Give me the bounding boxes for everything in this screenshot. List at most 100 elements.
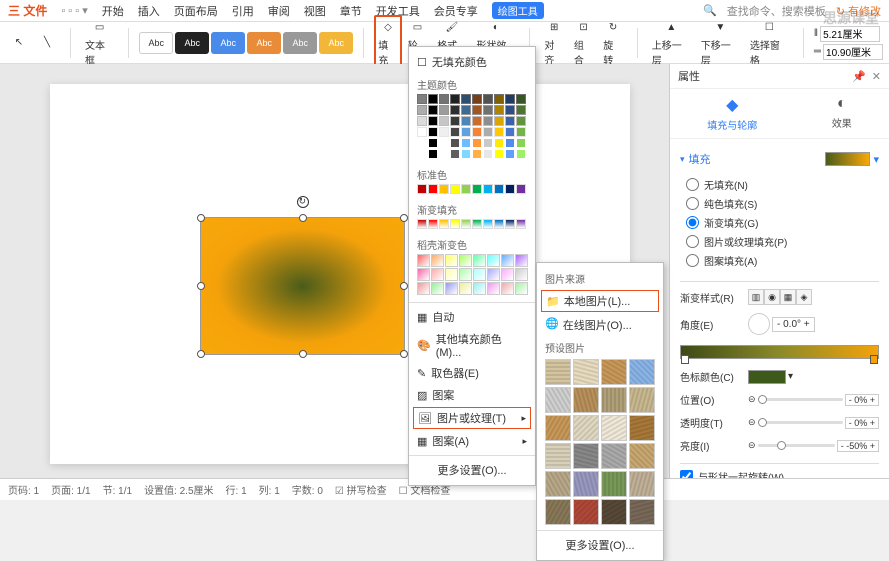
theme-swatch[interactable]	[516, 127, 526, 137]
eyedropper-option[interactable]: ✎取色器(E)	[409, 362, 535, 384]
theme-swatch[interactable]	[428, 149, 438, 159]
menu-section[interactable]: 章节	[340, 3, 362, 19]
std-swatch[interactable]	[428, 184, 438, 194]
menu-review[interactable]: 审阅	[268, 3, 290, 19]
handle-bc[interactable]	[299, 350, 307, 358]
theme-swatch[interactable]	[483, 127, 493, 137]
shape-style-6[interactable]: Abc	[319, 32, 353, 54]
texture-swatch[interactable]	[573, 387, 599, 413]
theme-swatch[interactable]	[505, 138, 515, 148]
texture-swatch[interactable]	[545, 387, 571, 413]
theme-swatch[interactable]	[516, 149, 526, 159]
theme-swatch[interactable]	[439, 116, 449, 126]
theme-swatch[interactable]	[483, 138, 493, 148]
texture-swatch[interactable]	[601, 471, 627, 497]
grad-preset[interactable]	[515, 282, 528, 295]
theme-swatch[interactable]	[483, 94, 493, 104]
texture-swatch[interactable]	[545, 359, 571, 385]
grad-preset[interactable]	[459, 268, 472, 281]
picture-texture-option[interactable]: 🖼图片或纹理(T)	[413, 407, 531, 429]
std-swatch[interactable]	[494, 184, 504, 194]
texture-swatch[interactable]	[601, 443, 627, 469]
theme-swatch[interactable]	[450, 127, 460, 137]
texture-swatch[interactable]	[601, 499, 627, 525]
theme-swatch[interactable]	[439, 94, 449, 104]
auto-option[interactable]: ▦自动	[409, 306, 535, 328]
theme-swatch[interactable]	[472, 127, 482, 137]
brightness-slider[interactable]	[758, 444, 835, 447]
cursor-tool[interactable]: ↖	[6, 32, 32, 54]
selected-shape[interactable]	[200, 217, 405, 355]
move-down-button[interactable]: ▼下移一层	[697, 16, 744, 69]
grad-preset[interactable]	[431, 282, 444, 295]
theme-swatch[interactable]	[428, 105, 438, 115]
grad-preset[interactable]	[473, 282, 486, 295]
pin-icon[interactable]: 📌	[852, 70, 866, 83]
theme-swatch[interactable]	[494, 127, 504, 137]
align-button[interactable]: ⊞对齐	[540, 16, 567, 69]
grad-preset[interactable]	[473, 254, 486, 267]
grad-swatch[interactable]	[472, 219, 482, 229]
theme-swatch[interactable]	[494, 116, 504, 126]
theme-swatch[interactable]	[461, 138, 471, 148]
grad-swatch[interactable]	[483, 219, 493, 229]
texture-swatch[interactable]	[629, 387, 655, 413]
tab-fill-outline[interactable]: ◆填充与轮廓	[707, 95, 757, 132]
opt-no-fill[interactable]: 无填充(N)	[686, 175, 879, 194]
grad-preset[interactable]	[445, 282, 458, 295]
grad-rect[interactable]: ▦	[780, 289, 796, 305]
close-icon[interactable]: ✕	[872, 70, 881, 83]
grad-stop-2[interactable]	[870, 355, 878, 364]
theme-swatch[interactable]	[483, 105, 493, 115]
theme-swatch[interactable]	[505, 149, 515, 159]
gradient-style-buttons[interactable]: ▥ ◉ ▦ ◈	[748, 289, 812, 305]
theme-swatch[interactable]	[494, 105, 504, 115]
grad-preset[interactable]	[417, 268, 430, 281]
theme-swatch[interactable]	[417, 149, 427, 159]
grad-radial[interactable]: ◉	[764, 289, 780, 305]
grad-swatch[interactable]	[417, 219, 427, 229]
theme-swatch[interactable]	[417, 116, 427, 126]
theme-swatch[interactable]	[505, 94, 515, 104]
theme-swatch[interactable]	[439, 105, 449, 115]
grad-preset[interactable]	[459, 254, 472, 267]
grad-stop-1[interactable]	[681, 355, 689, 364]
tab-effects[interactable]: ◐效果	[832, 95, 852, 132]
std-swatch[interactable]	[450, 184, 460, 194]
rotate-button[interactable]: ↻旋转	[599, 16, 626, 69]
menu-view[interactable]: 视图	[304, 3, 326, 19]
line-tool[interactable]: ╲	[34, 32, 60, 54]
texture-swatch[interactable]	[545, 415, 571, 441]
texture-swatch[interactable]	[573, 471, 599, 497]
theme-swatch[interactable]	[483, 116, 493, 126]
theme-swatch[interactable]	[461, 116, 471, 126]
texture-swatch[interactable]	[629, 415, 655, 441]
grad-swatch[interactable]	[439, 219, 449, 229]
texture-swatch[interactable]	[573, 499, 599, 525]
status-spell[interactable]: ☑ 拼写检查	[335, 482, 387, 497]
grad-preset[interactable]	[501, 254, 514, 267]
fill-section-header[interactable]: 填充▾	[680, 147, 879, 171]
grad-preset[interactable]	[487, 254, 500, 267]
grad-preset[interactable]	[501, 282, 514, 295]
position-slider[interactable]	[758, 398, 843, 401]
move-up-button[interactable]: ▲上移一层	[648, 16, 695, 69]
color-stop-swatch[interactable]	[748, 370, 786, 384]
theme-swatch[interactable]	[494, 138, 504, 148]
grad-swatch[interactable]	[494, 219, 504, 229]
pattern-option[interactable]: ▨图案	[409, 384, 535, 406]
shape-style-3[interactable]: Abc	[211, 32, 245, 54]
theme-swatch[interactable]	[450, 149, 460, 159]
theme-swatch[interactable]	[428, 116, 438, 126]
grad-preset[interactable]	[417, 282, 430, 295]
texture-swatch[interactable]	[545, 499, 571, 525]
pattern-fill-option[interactable]: ▦图案(A)	[409, 430, 535, 452]
theme-swatch[interactable]	[516, 116, 526, 126]
fill-button[interactable]: ◇填充	[374, 15, 401, 70]
grad-preset[interactable]	[501, 268, 514, 281]
width-input[interactable]	[823, 44, 883, 60]
handle-bl[interactable]	[197, 350, 205, 358]
texture-swatch[interactable]	[545, 443, 571, 469]
grad-preset[interactable]	[515, 268, 528, 281]
theme-swatch[interactable]	[417, 94, 427, 104]
